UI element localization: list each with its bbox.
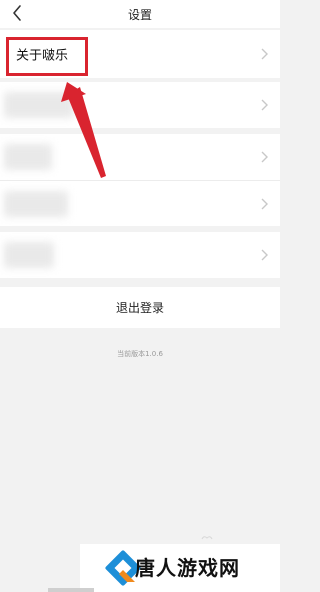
home-indicator (48, 588, 94, 592)
watermark-text: 唐人游戏网 (135, 556, 240, 580)
watermark: 唐人游戏网 (80, 544, 280, 592)
annotation-arrow (61, 82, 106, 178)
faint-heart-icon (201, 536, 213, 540)
